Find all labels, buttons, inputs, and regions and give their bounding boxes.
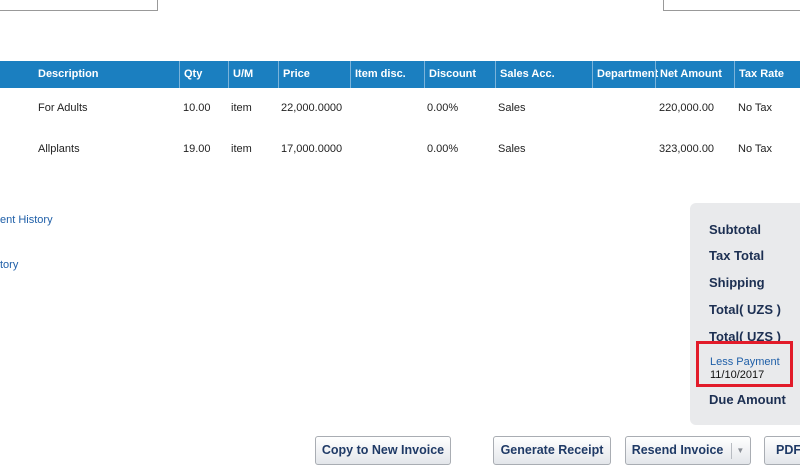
cell-qty: 19.00	[183, 143, 211, 155]
button-separator	[731, 442, 733, 459]
col-net-amount: Net Amount	[655, 61, 722, 88]
cell-tax-rate: No Tax	[738, 143, 773, 155]
table-row[interactable]: Allplants 19.00 item 17,000.0000 0.00% S…	[0, 129, 800, 170]
cell-sales-acc: Sales	[498, 143, 526, 155]
pdf-button[interactable]: PDF	[764, 436, 800, 465]
col-um: U/M	[228, 61, 253, 88]
copy-to-new-invoice-button[interactable]: Copy to New Invoice	[315, 436, 451, 465]
col-tax-rate: Tax Rate	[734, 61, 784, 88]
col-price: Price	[278, 61, 310, 88]
cell-um: item	[231, 102, 252, 114]
cell-net-amount: 323,000.00	[659, 143, 715, 155]
cell-description: Allplants	[38, 143, 80, 155]
resend-invoice-button[interactable]: Resend Invoice ▼	[625, 436, 751, 465]
totals-panel: Subtotal Tax Total Shipping Total( UZS )…	[690, 203, 800, 425]
due-amount-label: Due Amount	[709, 392, 786, 407]
history-link[interactable]: tory	[0, 259, 18, 271]
cell-description: For Adults	[38, 102, 88, 114]
cell-net-amount: 220,000.00	[659, 102, 715, 114]
col-description: Description	[38, 68, 99, 80]
cell-price: 22,000.0000	[281, 102, 343, 114]
cell-qty: 10.00	[183, 102, 211, 114]
cell-price: 17,000.0000	[281, 143, 343, 155]
generate-receipt-button[interactable]: Generate Receipt	[493, 436, 611, 465]
col-item-disc: Item disc.	[350, 61, 406, 88]
less-payment-date: 11/10/2017	[710, 369, 765, 381]
resend-invoice-label: Resend Invoice	[631, 443, 724, 457]
subtotal-label: Subtotal	[709, 222, 761, 237]
table-header: Description Qty U/M Price Item disc. Dis…	[0, 61, 800, 88]
dropdown-arrow-icon[interactable]: ▼	[736, 437, 744, 464]
cell-sales-acc: Sales	[498, 102, 526, 114]
col-discount: Discount	[424, 61, 476, 88]
total-label: Total( UZS )	[709, 302, 781, 317]
col-sales-acc: Sales Acc.	[495, 61, 555, 88]
shipping-label: Shipping	[709, 275, 765, 290]
top-left-field[interactable]	[0, 0, 158, 11]
table-row[interactable]: For Adults 10.00 item 22,000.0000 0.00% …	[0, 88, 800, 129]
payment-history-link[interactable]: ent History	[0, 214, 53, 226]
cell-tax-rate: No Tax	[738, 102, 773, 114]
invoice-items-table: Description Qty U/M Price Item disc. Dis…	[0, 61, 800, 170]
cell-discount: 0.00%	[427, 143, 459, 155]
tax-total-label: Tax Total	[709, 248, 765, 263]
less-payment-link[interactable]: Less Payment	[710, 356, 780, 368]
col-qty: Qty	[179, 61, 202, 88]
top-right-field[interactable]	[663, 0, 800, 11]
cell-um: item	[231, 143, 252, 155]
cell-discount: 0.00%	[427, 102, 459, 114]
col-department: Department	[592, 61, 658, 88]
